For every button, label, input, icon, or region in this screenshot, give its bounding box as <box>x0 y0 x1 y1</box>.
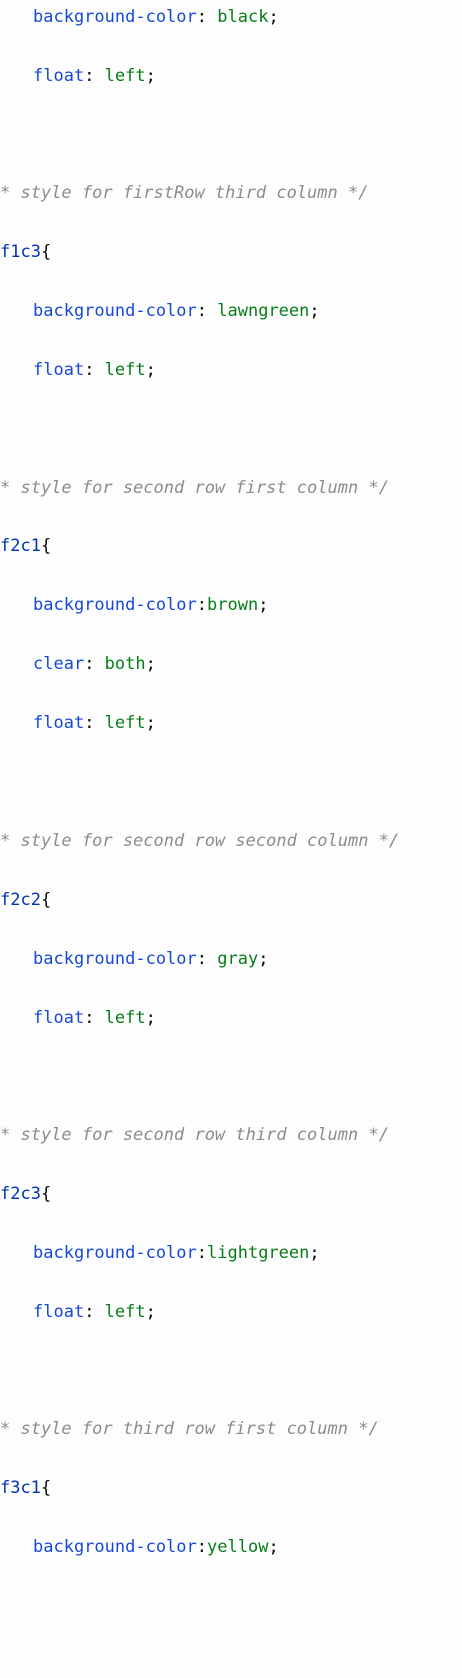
css-brace: { <box>40 890 52 910</box>
css-separator: : <box>84 713 105 733</box>
css-semicolon: ; <box>268 1537 279 1557</box>
css-semicolon: ; <box>145 1302 156 1322</box>
code-line: float: left; <box>33 1300 156 1324</box>
css-property: float <box>33 1302 85 1322</box>
css-semicolon: ; <box>258 595 269 615</box>
css-separator: : <box>196 1243 208 1263</box>
css-semicolon: ; <box>145 1008 156 1028</box>
css-selector: f1c3 <box>0 242 41 262</box>
code-line: background-color:lightgreen; <box>33 1241 320 1265</box>
css-property: background-color <box>33 301 197 321</box>
css-separator: : <box>196 949 218 969</box>
css-property: float <box>33 1008 85 1028</box>
css-separator: : <box>196 1537 208 1557</box>
code-line: f2c2{ <box>0 888 51 912</box>
css-semicolon: ; <box>145 66 156 86</box>
css-value: both <box>104 654 146 674</box>
css-separator: : <box>84 1008 105 1028</box>
code-line: float: left; <box>33 64 156 88</box>
code-editor[interactable]: background-color: black; float: left; * … <box>0 0 462 1678</box>
css-semicolon: ; <box>145 360 156 380</box>
code-line: background-color:brown; <box>33 593 268 617</box>
css-brace: { <box>40 1184 52 1204</box>
css-semicolon: ; <box>309 301 320 321</box>
css-semicolon: ; <box>258 949 269 969</box>
code-line: f3c1{ <box>0 1476 51 1500</box>
css-brace: { <box>40 1478 52 1498</box>
code-comment: * style for third row first column */ <box>0 1419 379 1439</box>
css-property: clear <box>33 654 85 674</box>
css-property: background-color <box>33 1243 197 1263</box>
code-line: f2c3{ <box>0 1182 51 1206</box>
css-selector: f2c2 <box>0 890 41 910</box>
code-line: float: left; <box>33 1006 156 1030</box>
code-line: background-color:yellow; <box>33 1535 279 1559</box>
code-line: f1c3{ <box>0 240 51 264</box>
css-property: background-color <box>33 7 197 27</box>
css-property: background-color <box>33 1537 197 1557</box>
css-value: left <box>104 66 146 86</box>
code-line: background-color: black; <box>33 5 279 29</box>
css-selector: f2c3 <box>0 1184 41 1204</box>
css-separator: : <box>84 360 105 380</box>
css-selector: f3c1 <box>0 1478 41 1498</box>
css-property: float <box>33 713 85 733</box>
css-separator: : <box>196 595 208 615</box>
css-semicolon: ; <box>145 654 156 674</box>
code-line: background-color: gray; <box>33 947 268 971</box>
css-separator: : <box>84 654 105 674</box>
css-brace: { <box>40 242 52 262</box>
css-separator: : <box>84 66 105 86</box>
code-line: background-color: lawngreen; <box>33 299 320 323</box>
code-line: float: left; <box>33 711 156 735</box>
css-value: yellow <box>207 1537 269 1557</box>
css-property: background-color <box>33 949 197 969</box>
css-property: float <box>33 66 85 86</box>
css-value: gray <box>217 949 259 969</box>
css-value: brown <box>207 595 259 615</box>
css-separator: : <box>196 7 218 27</box>
code-comment: * style for second row third column */ <box>0 1125 389 1145</box>
css-property: background-color <box>33 595 197 615</box>
css-value: left <box>104 713 146 733</box>
css-brace: { <box>40 536 52 556</box>
css-property: float <box>33 360 85 380</box>
code-comment: * style for second row second column */ <box>0 831 400 851</box>
css-separator: : <box>84 1302 105 1322</box>
css-value: lightgreen <box>207 1243 310 1263</box>
css-selector: f2c1 <box>0 536 41 556</box>
code-comment: * style for firstRow third column */ <box>0 183 369 203</box>
css-semicolon: ; <box>268 7 279 27</box>
css-value: left <box>104 360 146 380</box>
code-line: f2c1{ <box>0 534 51 558</box>
css-semicolon: ; <box>309 1243 320 1263</box>
code-line: float: left; <box>33 358 156 382</box>
css-semicolon: ; <box>145 713 156 733</box>
css-value: black <box>217 7 269 27</box>
css-value: left <box>104 1302 146 1322</box>
code-line: clear: both; <box>33 652 156 676</box>
code-comment: * style for second row first column */ <box>0 478 389 498</box>
css-separator: : <box>196 301 218 321</box>
css-value: left <box>104 1008 146 1028</box>
css-value: lawngreen <box>217 301 310 321</box>
